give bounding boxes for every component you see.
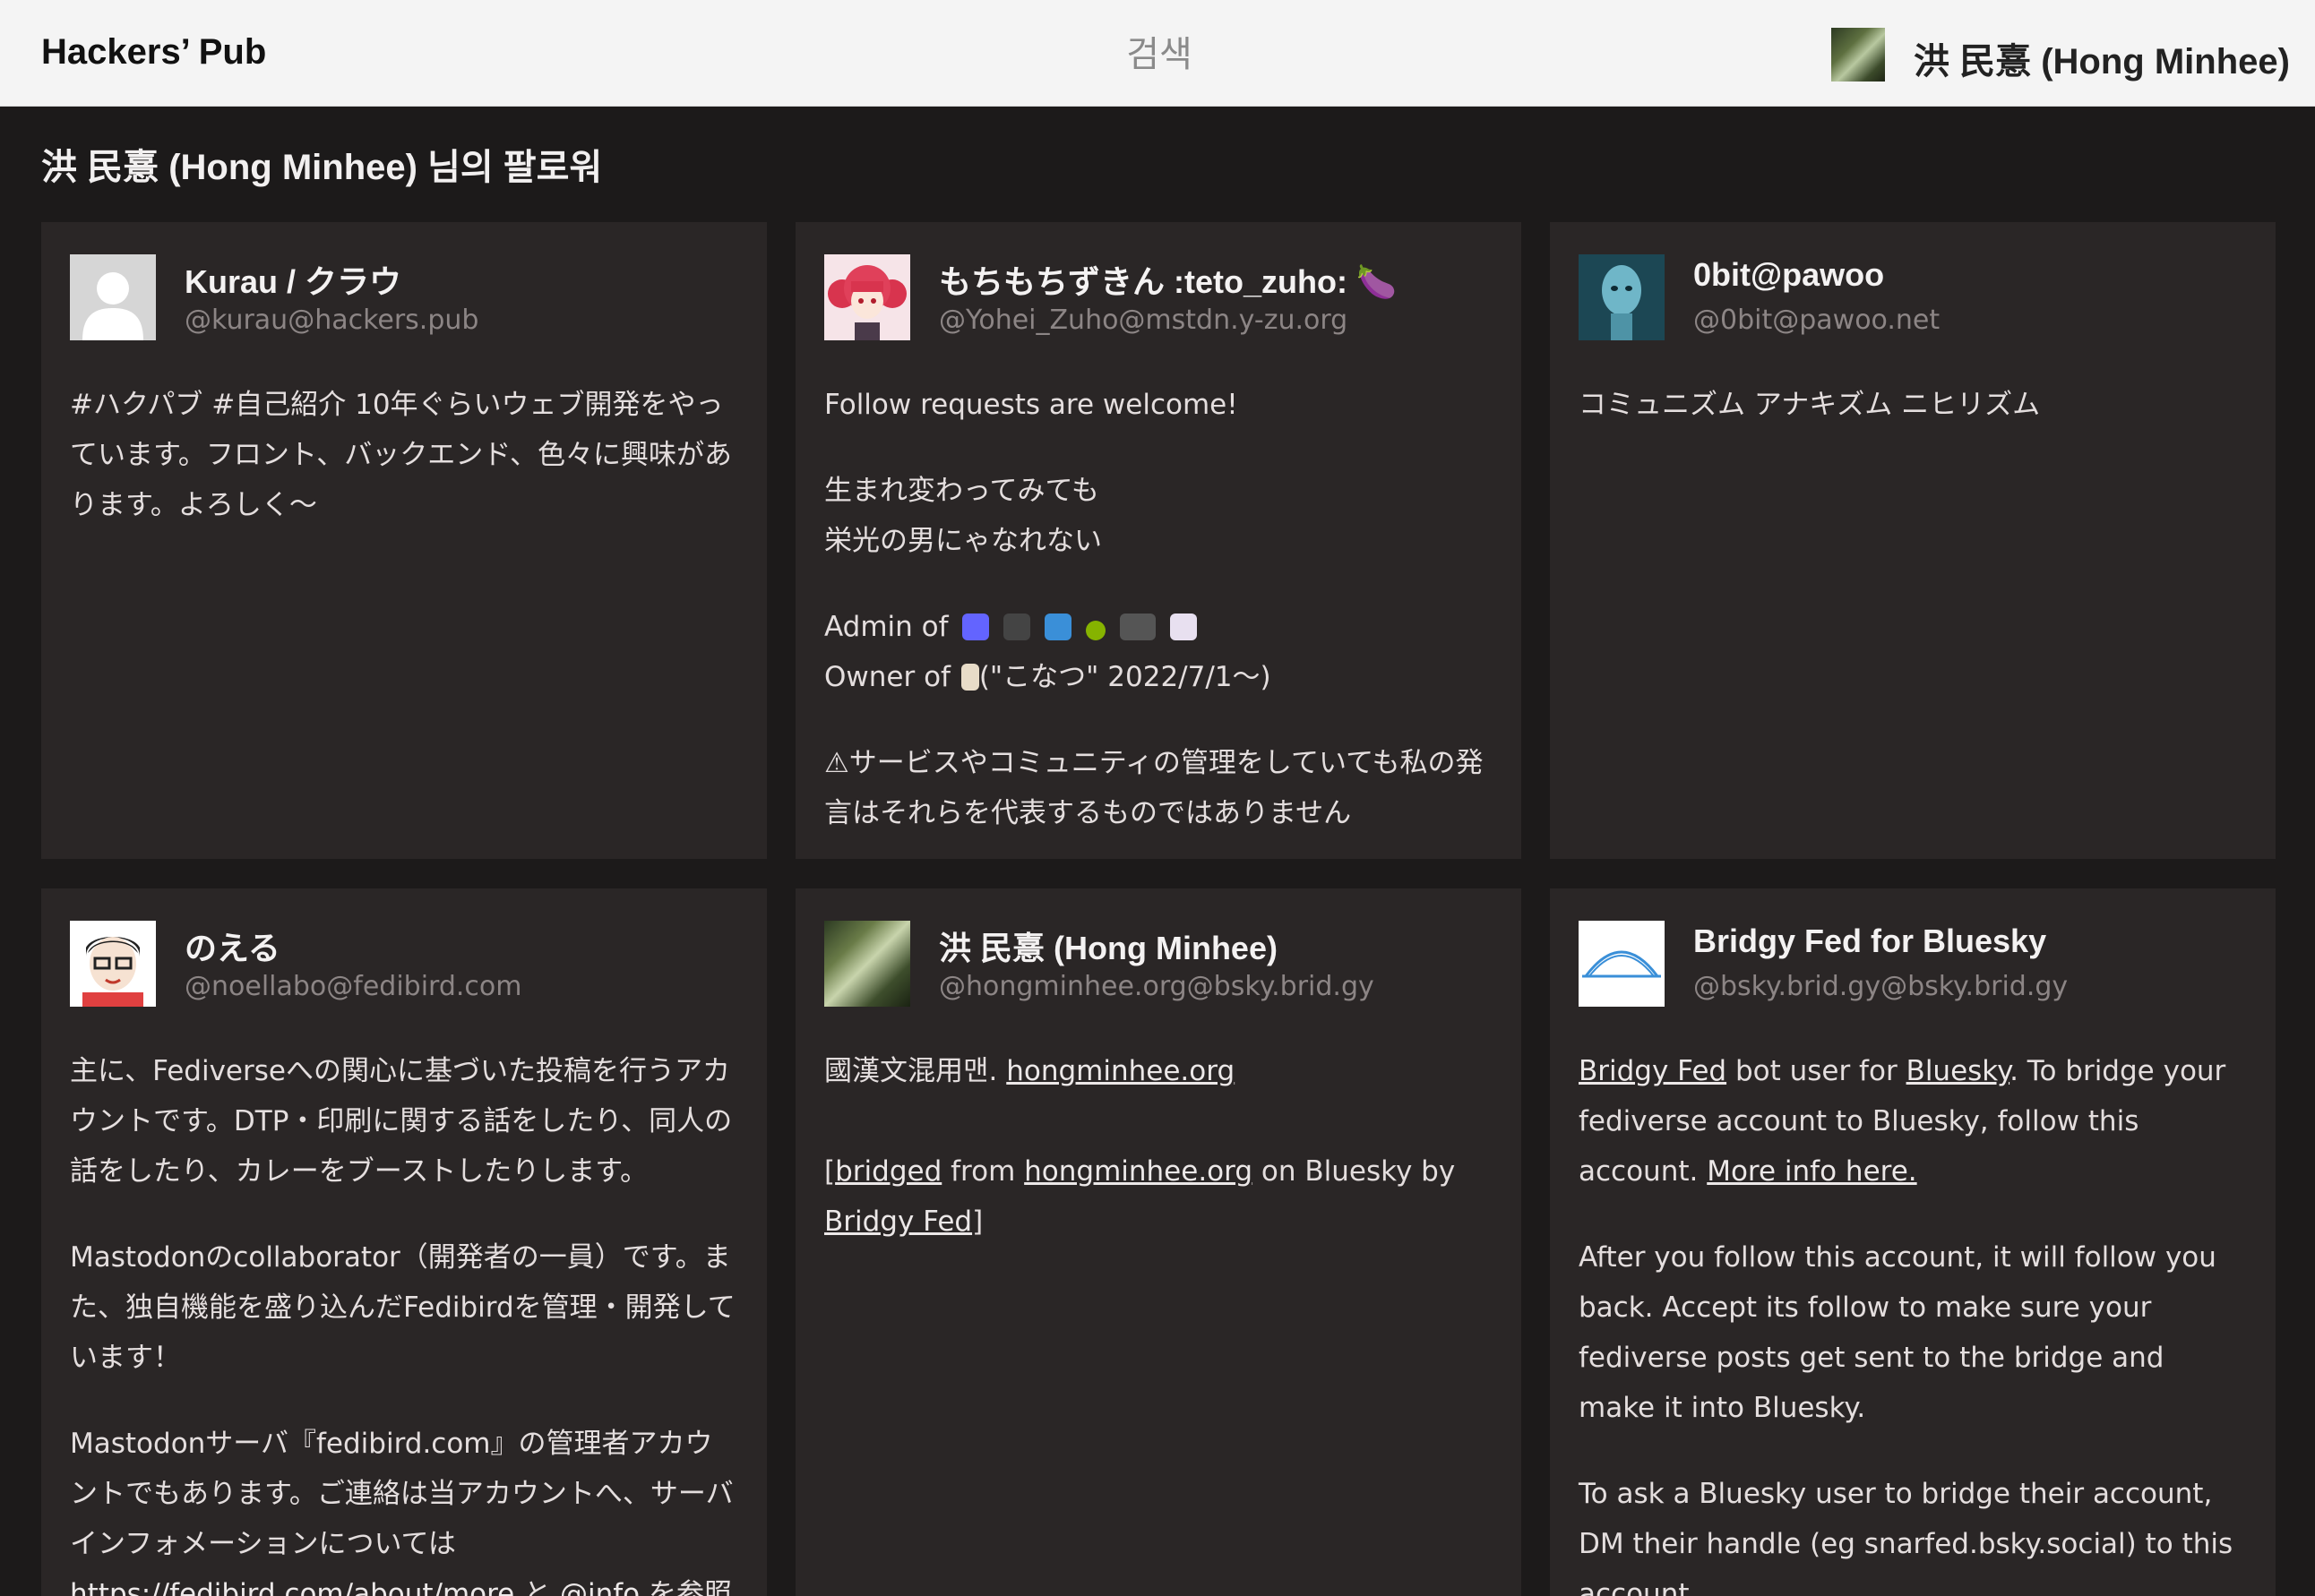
bio-paragraph: Mastodonのcollaborator（開発者の一員）です。また、独自機能を…	[70, 1241, 736, 1374]
follower-header: Bridgy Fed for Bluesky @bsky.brid.gy@bsk…	[1579, 921, 2247, 1007]
top-navigation-bar: Hackers’ Pub 洪 民憙 (Hong Minhee)	[0, 0, 2315, 107]
about-link[interactable]: https://fedibird.com/about/more	[70, 1578, 514, 1596]
follower-card: 洪 民憙 (Hong Minhee) @hongminhee.org@bsky.…	[796, 888, 1521, 1596]
misskey-emoji-icon	[1085, 621, 1106, 640]
info-mention-link[interactable]: @info	[560, 1578, 640, 1596]
follower-handle[interactable]: @noellabo@fedibird.com	[185, 971, 522, 1002]
bio-line: 栄光の男にゃなれない	[824, 525, 1102, 557]
follower-handle[interactable]: @kurau@hackers.pub	[185, 305, 478, 336]
site-logo-link[interactable]: Hackers’ Pub	[41, 32, 266, 73]
follower-avatar[interactable]	[824, 254, 910, 340]
mastodon-emoji-icon	[962, 614, 990, 640]
follower-header: のえる @noellabo@fedibird.com	[70, 921, 738, 1007]
follower-header: Kurau / クラウ @kurau@hackers.pub	[70, 254, 738, 340]
follower-bio: 國漢文混用맨. hongminhee.org [bridged from hon…	[824, 1046, 1493, 1247]
follower-display-name[interactable]: もちもちずきん :teto_zuho: 🍆	[939, 256, 1397, 303]
bio-text: 國漢文混用맨.	[824, 1055, 998, 1087]
bio-paragraph: [bridged from hongminhee.org on Bluesky …	[824, 1146, 1493, 1247]
follower-handle[interactable]: @hongminhee.org@bsky.brid.gy	[939, 971, 1374, 1002]
bio-paragraph: To ask a Bluesky user to bridge their ac…	[1579, 1478, 2233, 1596]
user-avatar[interactable]	[1831, 28, 1885, 82]
follower-display-name[interactable]: Bridgy Fed for Bluesky	[1693, 922, 2046, 960]
bridged-link[interactable]: bridged	[835, 1155, 942, 1188]
bio-line: 生まれ変わってみても	[824, 475, 1099, 507]
bio-paragraph: After you follow this account, it will f…	[1579, 1241, 2216, 1424]
bracket-text: ]	[972, 1206, 984, 1238]
website-link[interactable]: hongminhee.org	[1006, 1055, 1235, 1087]
bio-text: from	[951, 1155, 1016, 1188]
follower-bio: コミュニズム アナキズム ニヒリズム	[1579, 380, 2247, 430]
bio-text: と	[523, 1578, 552, 1596]
follower-avatar[interactable]	[824, 921, 910, 1007]
bio-paragraph: Follow requests are welcome!	[824, 389, 1238, 421]
blue-figure-avatar-icon	[1579, 254, 1665, 340]
more-info-link[interactable]: More info here.	[1707, 1155, 1916, 1188]
glasses-person-avatar-icon	[70, 921, 156, 1007]
follower-header: もちもちずきん :teto_zuho: 🍆 @Yohei_Zuho@mstdn.…	[824, 254, 1493, 340]
follower-display-name[interactable]: 洪 民憙 (Hong Minhee)	[939, 922, 1278, 969]
follower-card: Bridgy Fed for Bluesky @bsky.brid.gy@bsk…	[1550, 888, 2276, 1596]
eggplant-emoji-icon: 🍆	[1355, 263, 1397, 300]
follower-card: Kurau / クラウ @kurau@hackers.pub #ハクパブ #自己…	[41, 222, 767, 859]
bio-text: Mastodonサーバ『fedibird.com』の管理者アカウントでもあります…	[70, 1428, 734, 1560]
bio-paragraph: #ハクパブ #自己紹介 10年ぐらいウェブ開発をやっています。フロント、バックエ…	[70, 389, 733, 521]
bio-paragraph: Admin of Owner of ("こなつ" 2022/7/1〜)	[824, 602, 1493, 702]
follower-handle[interactable]: @bsky.brid.gy@bsky.brid.gy	[1693, 971, 2068, 1002]
bio-paragraph: ⚠サービスやコミュニティの管理をしていても私の発言はそれらを代表するものではあり…	[824, 747, 1484, 829]
follower-handle[interactable]: @0bit@pawoo.net	[1693, 305, 1940, 336]
bio-paragraph: 國漢文混用맨. hongminhee.org	[824, 1046, 1493, 1096]
follower-header: 0bit@pawoo @0bit@pawoo.net	[1579, 254, 2247, 340]
search-input[interactable]	[968, 20, 1351, 90]
page-title: 洪 民憙 (Hong Minhee) 님의 팔로워	[41, 148, 603, 187]
follower-card: のえる @noellabo@fedibird.com 主に、Fediverseへ…	[41, 888, 767, 1596]
default-avatar-icon	[82, 272, 143, 340]
follower-display-name[interactable]: Kurau / クラウ	[185, 256, 401, 303]
bio-paragraph: 生まれ変わってみても 栄光の男にゃなれない	[824, 466, 1493, 566]
bio-text: on Bluesky by	[1261, 1155, 1456, 1188]
follower-avatar[interactable]	[70, 921, 156, 1007]
follower-avatar[interactable]	[1579, 921, 1665, 1007]
website-link[interactable]: hongminhee.org	[1024, 1155, 1252, 1188]
bio-paragraph: Bridgy Fed bot user for Bluesky. To brid…	[1579, 1046, 2247, 1197]
bluesky-link[interactable]: Bluesky	[1906, 1055, 2010, 1087]
server-emoji-icon	[1119, 614, 1156, 640]
bridge-logo-icon	[1579, 921, 1665, 1007]
follower-bio: 主に、Fediverseへの関心に基づいた投稿を行うアカウントです。DTP・印刷…	[70, 1046, 738, 1596]
user-name-link[interactable]: 洪 民憙 (Hong Minhee)	[1914, 32, 2290, 84]
follower-card: もちもちずきん :teto_zuho: 🍆 @Yohei_Zuho@mstdn.…	[796, 222, 1521, 859]
bio-line: Admin of	[824, 611, 949, 643]
bridgy-fed-link[interactable]: Bridgy Fed	[824, 1206, 972, 1238]
bio-line: Owner of	[824, 661, 951, 693]
display-name-text: もちもちずきん :teto_zuho:	[939, 263, 1347, 300]
follower-display-name[interactable]: 0bit@pawoo	[1693, 256, 1884, 294]
bridgy-fed-link[interactable]: Bridgy Fed	[1579, 1055, 1726, 1087]
follower-bio: #ハクパブ #自己紹介 10年ぐらいウェブ開発をやっています。フロント、バックエ…	[70, 380, 738, 530]
bio-text: ("こなつ" 2022/7/1〜)	[978, 661, 1271, 693]
bio-text: bot user for	[1734, 1055, 1898, 1087]
anime-girl-avatar-icon	[824, 254, 910, 340]
follower-bio: Bridgy Fed bot user for Bluesky. To brid…	[1579, 1046, 2247, 1596]
konatsu-emoji-icon	[960, 664, 979, 691]
follower-handle[interactable]: @Yohei_Zuho@mstdn.y-zu.org	[939, 305, 1347, 336]
follower-bio: Follow requests are welcome! 生まれ変わってみても栄…	[824, 380, 1493, 838]
bio-paragraph: 主に、Fediverseへの関心に基づいた投稿を行うアカウントです。DTP・印刷…	[70, 1055, 733, 1188]
bio-paragraph: Mastodonサーバ『fedibird.com』の管理者アカウントでもあります…	[70, 1419, 738, 1596]
follower-avatar[interactable]	[70, 254, 156, 340]
mail-emoji-icon	[1045, 614, 1072, 640]
follower-card: 0bit@pawoo @0bit@pawoo.net コミュニズム アナキズム …	[1550, 222, 2276, 859]
custom-emoji-icon	[1003, 614, 1031, 640]
character-emoji-icon	[1169, 614, 1197, 640]
bio-paragraph: コミュニズム アナキズム ニヒリズム	[1579, 389, 2041, 421]
follower-avatar[interactable]	[1579, 254, 1665, 340]
follower-header: 洪 民憙 (Hong Minhee) @hongminhee.org@bsky.…	[824, 921, 1493, 1007]
bracket-text: [	[824, 1155, 836, 1188]
follower-display-name[interactable]: のえる	[185, 922, 280, 969]
